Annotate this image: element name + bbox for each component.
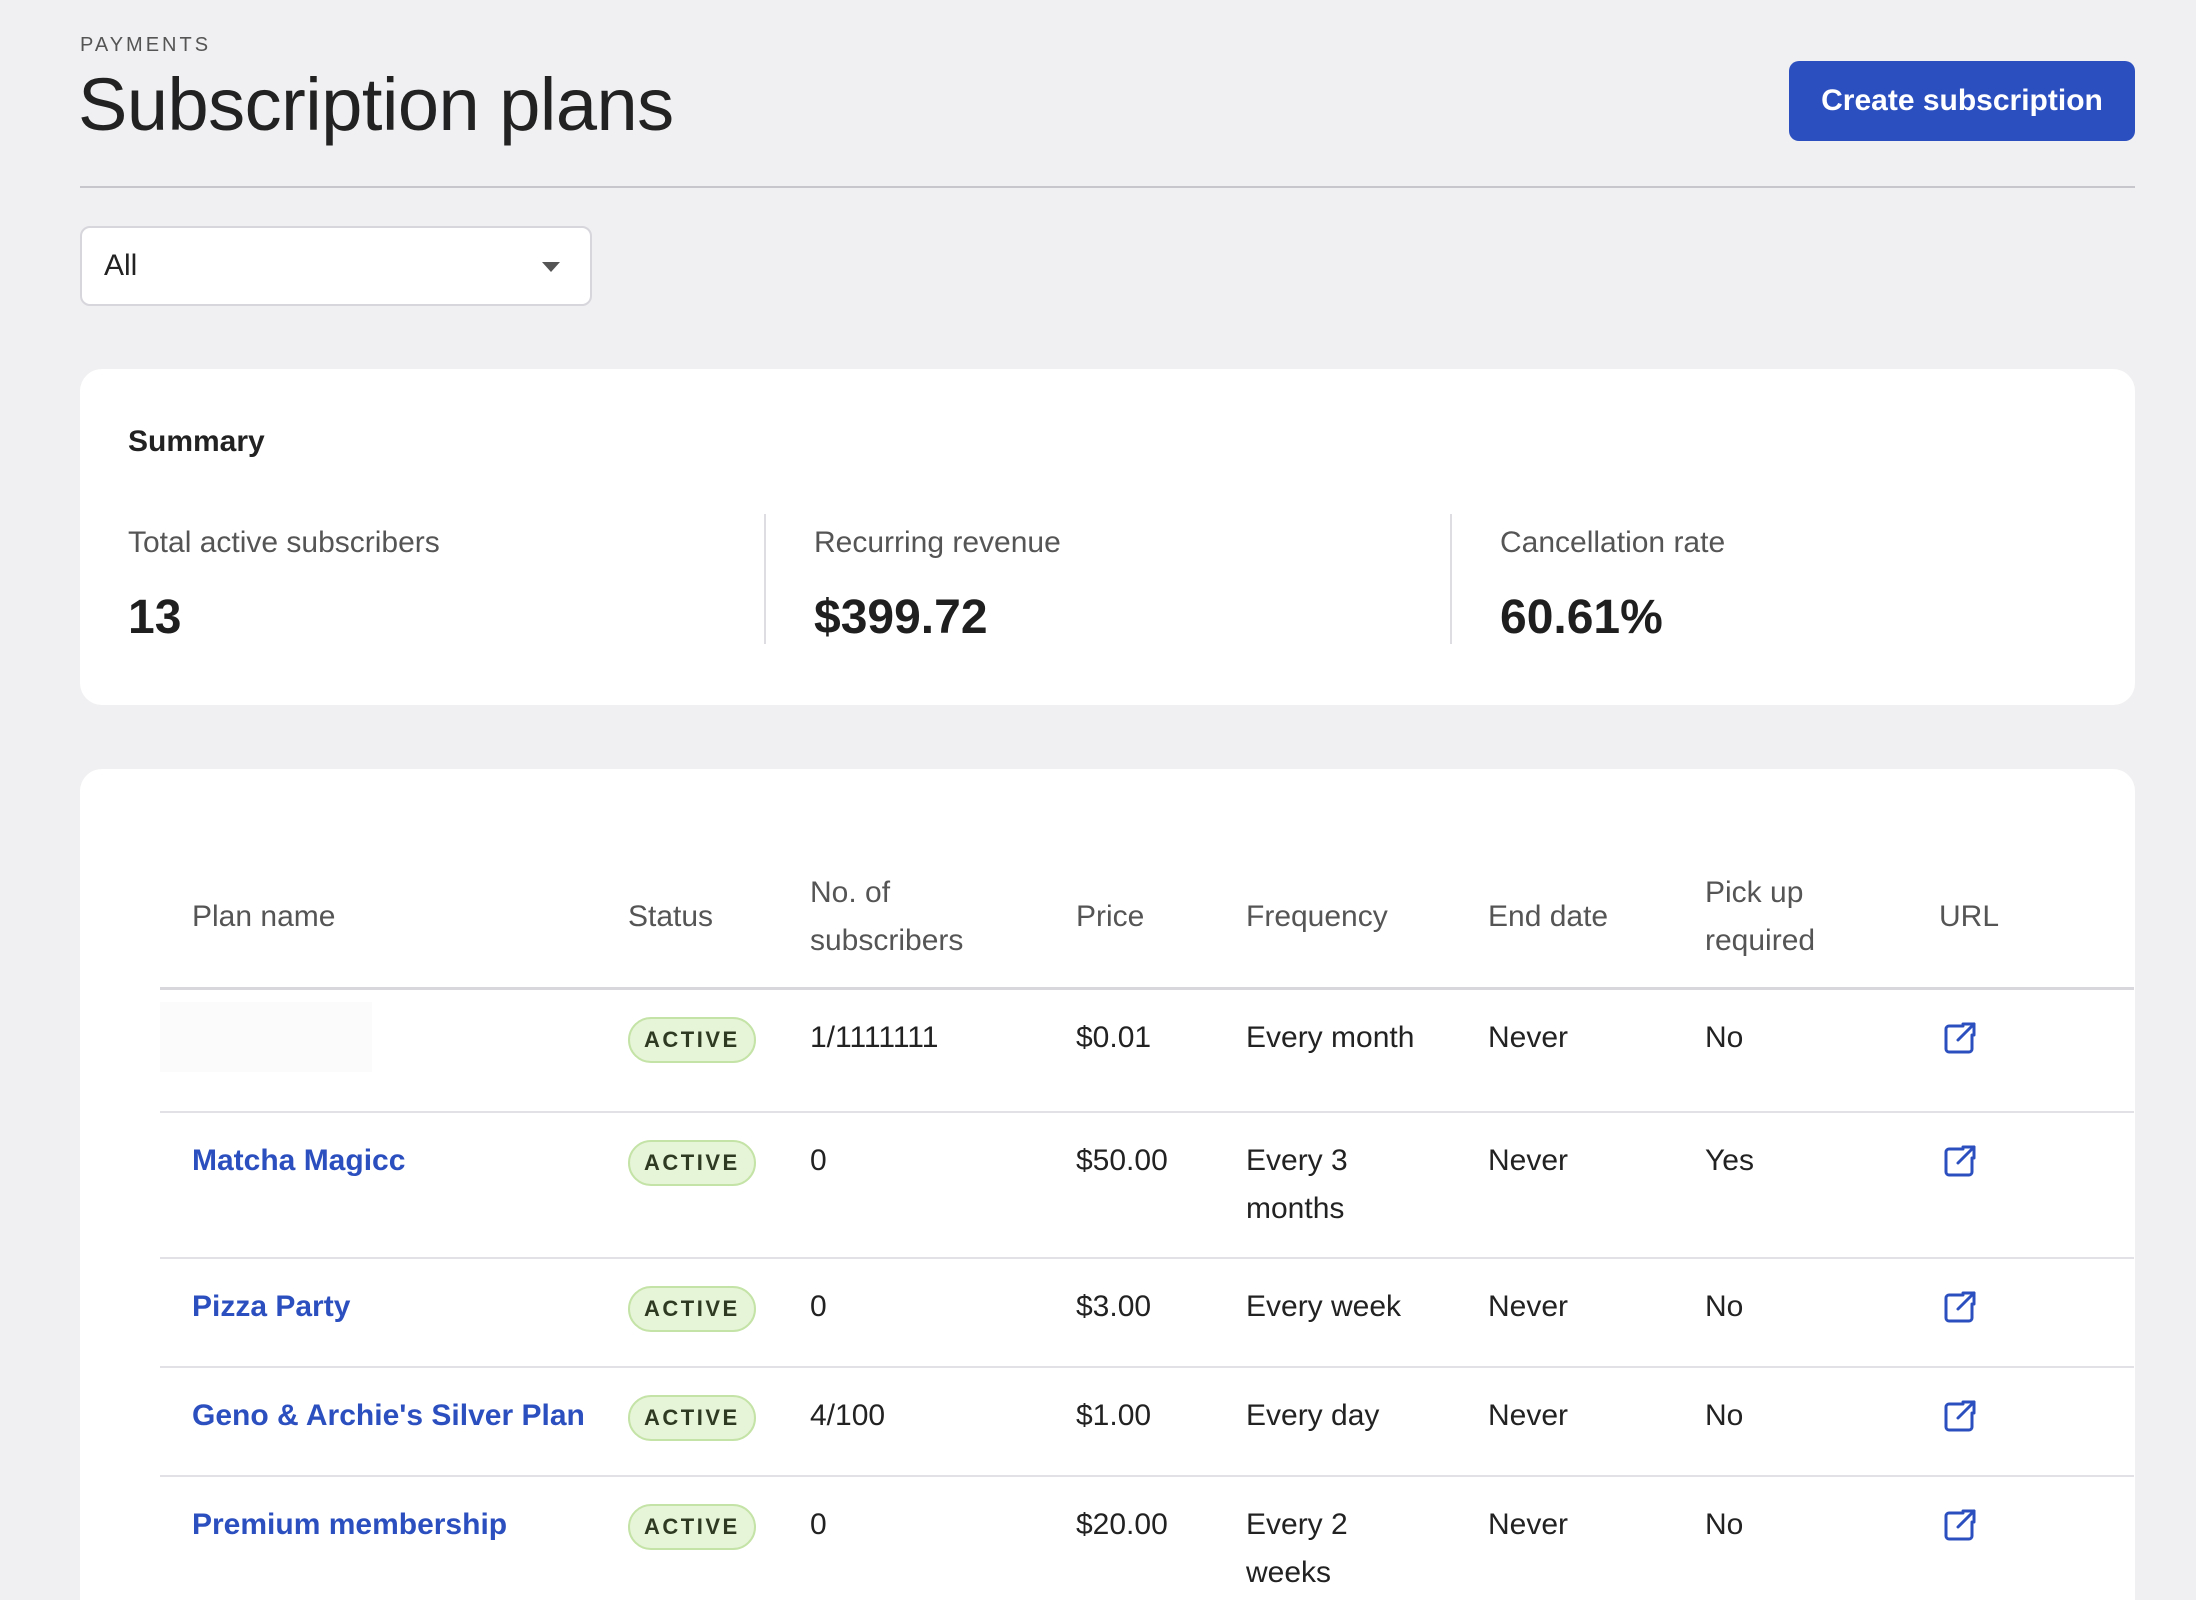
status-badge: ACTIVE: [628, 1395, 756, 1441]
summary-card: Summary Total active subscribers 13 Recu…: [80, 369, 2135, 705]
status-filter-select[interactable]: All: [80, 226, 592, 306]
column-header-end-date[interactable]: End date: [1488, 869, 1705, 990]
plan-name-link[interactable]: Geno & Archie's Silver Plan: [192, 1399, 585, 1432]
status-badge: ACTIVE: [628, 1017, 756, 1063]
plan-name-cell: Geno & Archie's Silver Plan: [160, 1367, 628, 1477]
table-row[interactable]: Premium membership ACTIVE 0 $20.00 Every…: [160, 1476, 2134, 1600]
column-header-url: URL: [1939, 869, 2134, 990]
plan-name-link[interactable]: Matcha Magicc: [192, 1144, 405, 1177]
stat-divider: [1450, 514, 1452, 644]
external-link-icon[interactable]: [1939, 1287, 1979, 1327]
plan-name-link[interactable]: Premium membership: [192, 1508, 507, 1541]
status-badge: ACTIVE: [628, 1504, 756, 1550]
frequency-cell: Every day: [1246, 1367, 1488, 1477]
external-link-icon[interactable]: [1939, 1141, 1979, 1181]
price-cell: $0.01: [1076, 988, 1246, 1113]
url-cell: [1939, 988, 2134, 1113]
column-header-pickup[interactable]: Pick up required: [1705, 869, 1939, 990]
external-link-icon[interactable]: [1939, 1018, 1979, 1058]
frequency-cell: Every 3 months: [1246, 1112, 1488, 1259]
status-cell: ACTIVE: [628, 988, 810, 1113]
subscribers-cell: 1/1111111: [810, 988, 1076, 1113]
status-badge: ACTIVE: [628, 1140, 756, 1186]
subscribers-cell: 0: [810, 1112, 1076, 1259]
stat-value: 60.61%: [1500, 591, 1663, 644]
frequency-cell: Every week: [1246, 1258, 1488, 1368]
filter-selected-value: All: [104, 249, 138, 282]
plan-name-link[interactable]: [160, 1002, 372, 1072]
stat-label: Recurring revenue: [814, 526, 1061, 559]
external-link-icon[interactable]: [1939, 1396, 1979, 1436]
stat-total-subscribers: Total active subscribers 13: [128, 514, 440, 644]
pickup-cell: No: [1705, 1476, 1939, 1600]
url-cell: [1939, 1367, 2134, 1477]
price-cell: $3.00: [1076, 1258, 1246, 1368]
column-header-frequency[interactable]: Frequency: [1246, 869, 1488, 990]
stat-divider: [764, 514, 766, 644]
stat-value: $399.72: [814, 591, 988, 644]
pickup-cell: Yes: [1705, 1112, 1939, 1259]
end-date-cell: Never: [1488, 1258, 1705, 1368]
column-header-plan-name[interactable]: Plan name: [160, 869, 628, 990]
url-cell: [1939, 1258, 2134, 1368]
stat-cancellation-rate: Cancellation rate 60.61%: [1500, 514, 1725, 644]
summary-title: Summary: [128, 425, 265, 458]
column-header-status[interactable]: Status: [628, 869, 810, 990]
column-header-subscribers[interactable]: No. of subscribers: [810, 869, 1076, 990]
url-cell: [1939, 1476, 2134, 1600]
stat-label: Total active subscribers: [128, 526, 440, 559]
status-cell: ACTIVE: [628, 1112, 810, 1259]
price-cell: $50.00: [1076, 1112, 1246, 1259]
frequency-cell: Every 2 weeks: [1246, 1476, 1488, 1600]
status-cell: ACTIVE: [628, 1258, 810, 1368]
plans-table-card: Plan name Status No. of subscribers Pric…: [80, 769, 2135, 1600]
end-date-cell: Never: [1488, 1367, 1705, 1477]
pickup-cell: No: [1705, 988, 1939, 1113]
plan-name-cell: Premium membership: [160, 1476, 628, 1600]
end-date-cell: Never: [1488, 988, 1705, 1113]
table-row[interactable]: Matcha Magicc ACTIVE 0 $50.00 Every 3 mo…: [160, 1112, 2134, 1259]
external-link-icon[interactable]: [1939, 1505, 1979, 1545]
status-badge: ACTIVE: [628, 1286, 756, 1332]
plan-name-cell: Pizza Party: [160, 1258, 628, 1368]
table-header-row: Plan name Status No. of subscribers Pric…: [160, 869, 2134, 990]
stat-label: Cancellation rate: [1500, 526, 1726, 559]
status-cell: ACTIVE: [628, 1367, 810, 1477]
stat-value: 13: [128, 591, 182, 644]
status-cell: ACTIVE: [628, 1476, 810, 1600]
page-title: Subscription plans: [78, 63, 674, 146]
create-subscription-button[interactable]: Create subscription: [1789, 61, 2135, 141]
pickup-cell: No: [1705, 1258, 1939, 1368]
url-cell: [1939, 1112, 2134, 1259]
price-cell: $20.00: [1076, 1476, 1246, 1600]
frequency-cell: Every month: [1246, 988, 1488, 1113]
chevron-down-icon: [542, 262, 560, 272]
subscribers-cell: 0: [810, 1476, 1076, 1600]
page-eyebrow: PAYMENTS: [80, 34, 212, 56]
end-date-cell: Never: [1488, 1476, 1705, 1600]
header-divider: [80, 186, 2135, 188]
end-date-cell: Never: [1488, 1112, 1705, 1259]
table-row[interactable]: Geno & Archie's Silver Plan ACTIVE 4/100…: [160, 1367, 2134, 1477]
table-row[interactable]: ACTIVE 1/1111111 $0.01 Every month Never…: [160, 988, 2134, 1113]
pickup-cell: No: [1705, 1367, 1939, 1477]
subscribers-cell: 4/100: [810, 1367, 1076, 1477]
subscribers-cell: 0: [810, 1258, 1076, 1368]
price-cell: $1.00: [1076, 1367, 1246, 1477]
plan-name-link[interactable]: Pizza Party: [192, 1290, 350, 1323]
page: PAYMENTS Subscription plans Create subsc…: [0, 0, 2196, 1600]
plan-name-cell: [160, 988, 628, 1113]
stat-recurring-revenue: Recurring revenue $399.72: [814, 514, 1061, 644]
plan-name-cell: Matcha Magicc: [160, 1112, 628, 1259]
column-header-price[interactable]: Price: [1076, 869, 1246, 990]
table-row[interactable]: Pizza Party ACTIVE 0 $3.00 Every week Ne…: [160, 1258, 2134, 1368]
plans-table: Plan name Status No. of subscribers Pric…: [160, 869, 2134, 1600]
